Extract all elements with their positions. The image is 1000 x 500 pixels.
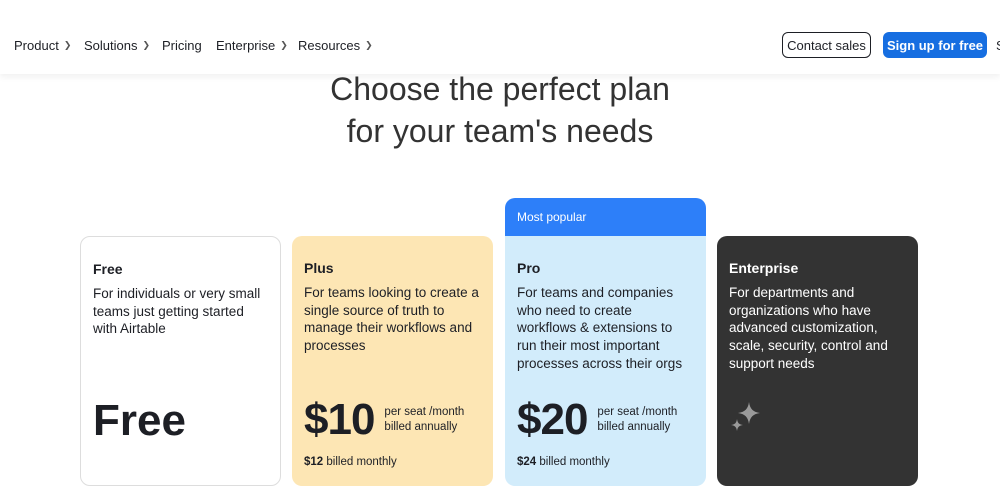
plan-price: $20	[517, 395, 588, 444]
nav-item-label: Solutions	[84, 38, 138, 53]
sign-up-button[interactable]: Sign up for free	[883, 32, 987, 58]
chevron-right-icon: ❯	[280, 40, 288, 50]
plan-description: For individuals or very small teams just…	[93, 286, 261, 337]
top-navigation: Product ❯ Solutions ❯ Pricing Enterprise…	[0, 0, 1000, 74]
plan-price: Free	[93, 396, 186, 445]
nav-item-product[interactable]: Product ❯	[14, 38, 71, 53]
price-note-line: billed annually	[384, 421, 458, 433]
monthly-price-value: $24	[517, 456, 537, 468]
plan-description: For departments and organizations who ha…	[729, 285, 888, 371]
page-title-line-1: Choose the perfect plan	[330, 71, 670, 107]
monthly-price-label: billed monthly	[326, 456, 397, 468]
price-note: per seat /month billed annually	[597, 405, 677, 435]
plan-name: Enterprise	[729, 260, 799, 276]
plan-card-free: Free For individuals or very small teams…	[80, 236, 281, 486]
chevron-right-icon: ❯	[63, 40, 72, 50]
price-note-line: billed annually	[597, 421, 671, 433]
nav-item-solutions[interactable]: Solutions ❯	[84, 38, 150, 53]
plan-card-pro: Pro For teams and companies who need to …	[505, 236, 706, 486]
monthly-price: $24 billed monthly	[517, 456, 610, 468]
most-popular-badge: Most popular	[505, 198, 706, 236]
price-note-line: per seat /month	[597, 406, 678, 418]
price-row: $10 per seat /month billed annually	[304, 392, 464, 448]
sparkle-icon	[731, 402, 760, 431]
nav-item-label: Enterprise	[216, 38, 276, 53]
chevron-right-icon: ❯	[365, 40, 373, 50]
plan-description: For teams and companies who need to crea…	[517, 285, 683, 371]
chevron-right-icon: ❯	[142, 40, 151, 50]
nav-item-label: Resources	[298, 38, 361, 53]
nav-item-cut-off[interactable]: S	[996, 38, 1000, 53]
nav-item-label: Pricing	[162, 38, 202, 53]
nav-item-label: Product	[14, 38, 59, 53]
plan-card-enterprise: Enterprise For departments and organizat…	[717, 236, 918, 486]
plan-description: For teams looking to create a single sou…	[304, 285, 479, 354]
monthly-price-value: $12	[304, 456, 324, 468]
monthly-price: $12 billed monthly	[304, 456, 397, 468]
contact-sales-button[interactable]: Contact sales	[782, 32, 871, 58]
plan-name: Free	[93, 261, 123, 277]
page-title: Choose the perfect plan for your team's …	[0, 68, 1000, 152]
plan-name: Pro	[517, 260, 541, 276]
monthly-price-label: billed monthly	[539, 456, 610, 468]
plan-price: $10	[304, 395, 375, 444]
nav-item-resources[interactable]: Resources ❯	[298, 38, 373, 53]
page-title-line-2: for your team's needs	[346, 113, 654, 149]
nav-item-enterprise[interactable]: Enterprise ❯	[216, 38, 288, 53]
nav-item-pricing[interactable]: Pricing	[162, 38, 202, 53]
plan-card-plus: Plus For teams looking to create a singl…	[292, 236, 493, 486]
plan-name: Plus	[304, 260, 334, 276]
price-note: per seat /month billed annually	[384, 405, 464, 435]
price-note-line: per seat /month	[384, 406, 465, 418]
price-row: $20 per seat /month billed annually	[517, 392, 677, 448]
